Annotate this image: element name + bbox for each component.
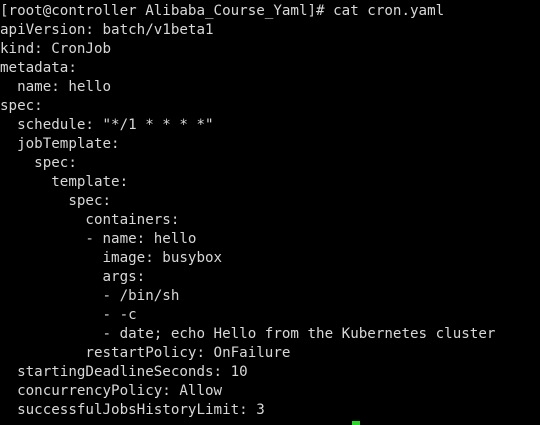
output-line: template:: [0, 174, 129, 190]
shell-prompt-line: [root@controller Alibaba_Course_Yaml]# c…: [0, 3, 445, 19]
output-line: restartPolicy: OnFailure: [0, 345, 291, 361]
output-line: args:: [0, 269, 146, 285]
output-line: image: busybox: [0, 250, 223, 266]
output-line: spec:: [0, 98, 43, 114]
output-line: startingDeadlineSeconds: 10: [0, 364, 248, 380]
terminal-cursor: [352, 421, 360, 425]
output-line: containers:: [0, 212, 180, 228]
output-line: successfulJobsHistoryLimit: 3: [0, 402, 265, 418]
output-line: spec:: [0, 155, 77, 171]
terminal-window[interactable]: [root@controller Alibaba_Course_Yaml]# c…: [0, 0, 540, 425]
output-line: jobTemplate:: [0, 136, 120, 152]
output-line: kind: CronJob: [0, 41, 112, 57]
output-line: - name: hello: [0, 231, 197, 247]
output-line: - /bin/sh: [0, 288, 180, 304]
output-line: concurrencyPolicy: Allow: [0, 383, 223, 399]
output-line: - date; echo Hello from the Kubernetes c…: [0, 326, 496, 342]
output-line: metadata:: [0, 60, 77, 76]
output-line: apiVersion: batch/v1beta1: [0, 22, 214, 38]
output-line: spec:: [0, 193, 112, 209]
output-line: schedule: "*/1 * * * *": [0, 117, 214, 133]
output-line: name: hello: [0, 79, 112, 95]
output-line: - -c: [0, 307, 137, 323]
